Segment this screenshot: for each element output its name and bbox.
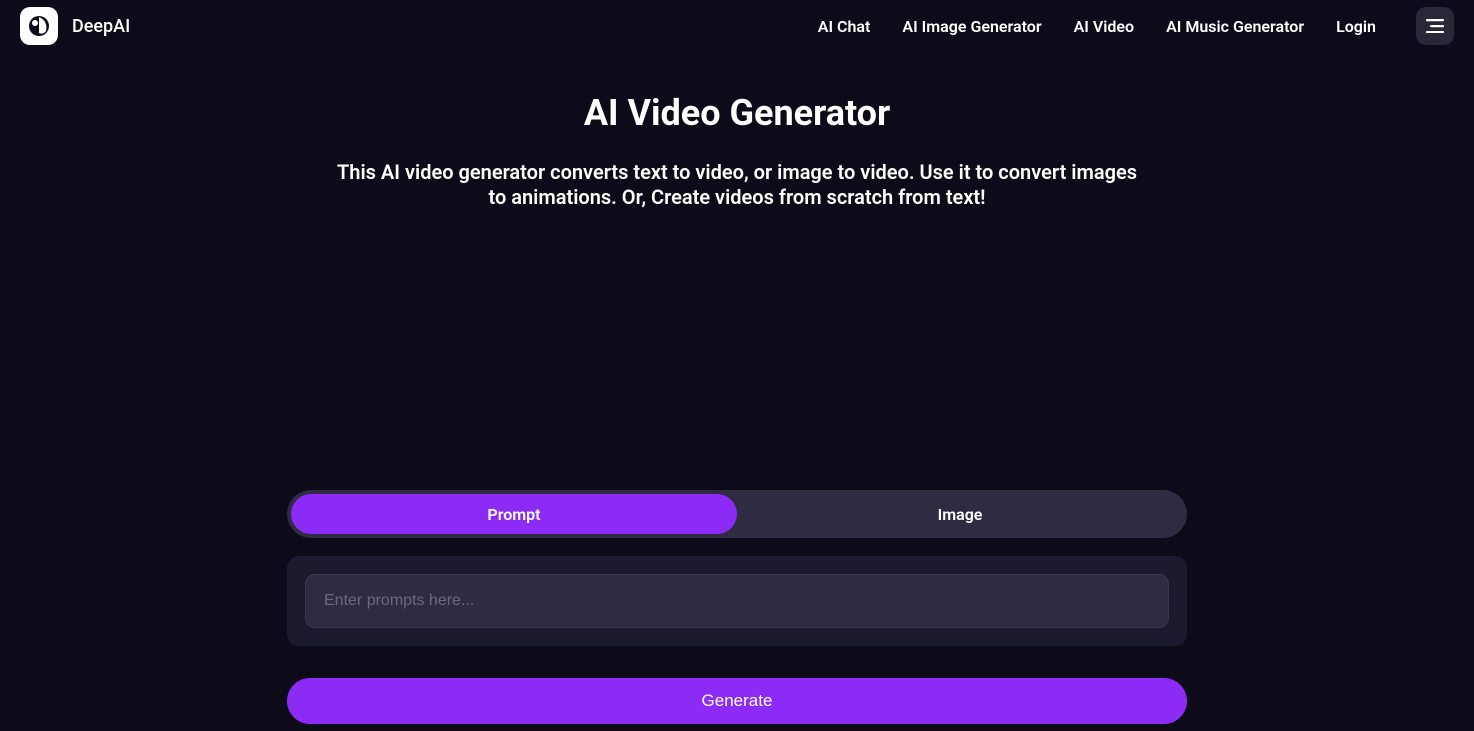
tab-prompt[interactable]: Prompt	[291, 494, 737, 534]
nav-login[interactable]: Login	[1336, 17, 1376, 36]
header: DeepAI AI Chat AI Image Generator AI Vid…	[0, 0, 1474, 52]
logo-icon	[20, 7, 58, 45]
nav: AI Chat AI Image Generator AI Video AI M…	[818, 7, 1454, 45]
menu-icon	[1426, 19, 1444, 33]
prompt-input-wrapper	[287, 556, 1187, 646]
logo-section[interactable]: DeepAI	[20, 7, 130, 45]
menu-button[interactable]	[1416, 7, 1454, 45]
nav-ai-music-generator[interactable]: AI Music Generator	[1166, 17, 1304, 36]
page-subtitle: This AI video generator converts text to…	[337, 160, 1137, 210]
tab-container: Prompt Image	[287, 490, 1187, 538]
main-content: AI Video Generator This AI video generat…	[0, 52, 1474, 724]
nav-ai-image-generator[interactable]: AI Image Generator	[902, 17, 1041, 36]
prompt-input[interactable]	[305, 574, 1169, 628]
brand-name: DeepAI	[72, 16, 130, 37]
controls-section: Prompt Image Generate	[287, 490, 1187, 724]
tab-image[interactable]: Image	[737, 494, 1183, 534]
nav-ai-video[interactable]: AI Video	[1074, 17, 1134, 36]
page-title: AI Video Generator	[584, 92, 890, 134]
generate-button[interactable]: Generate	[287, 678, 1187, 724]
nav-ai-chat[interactable]: AI Chat	[818, 17, 871, 36]
